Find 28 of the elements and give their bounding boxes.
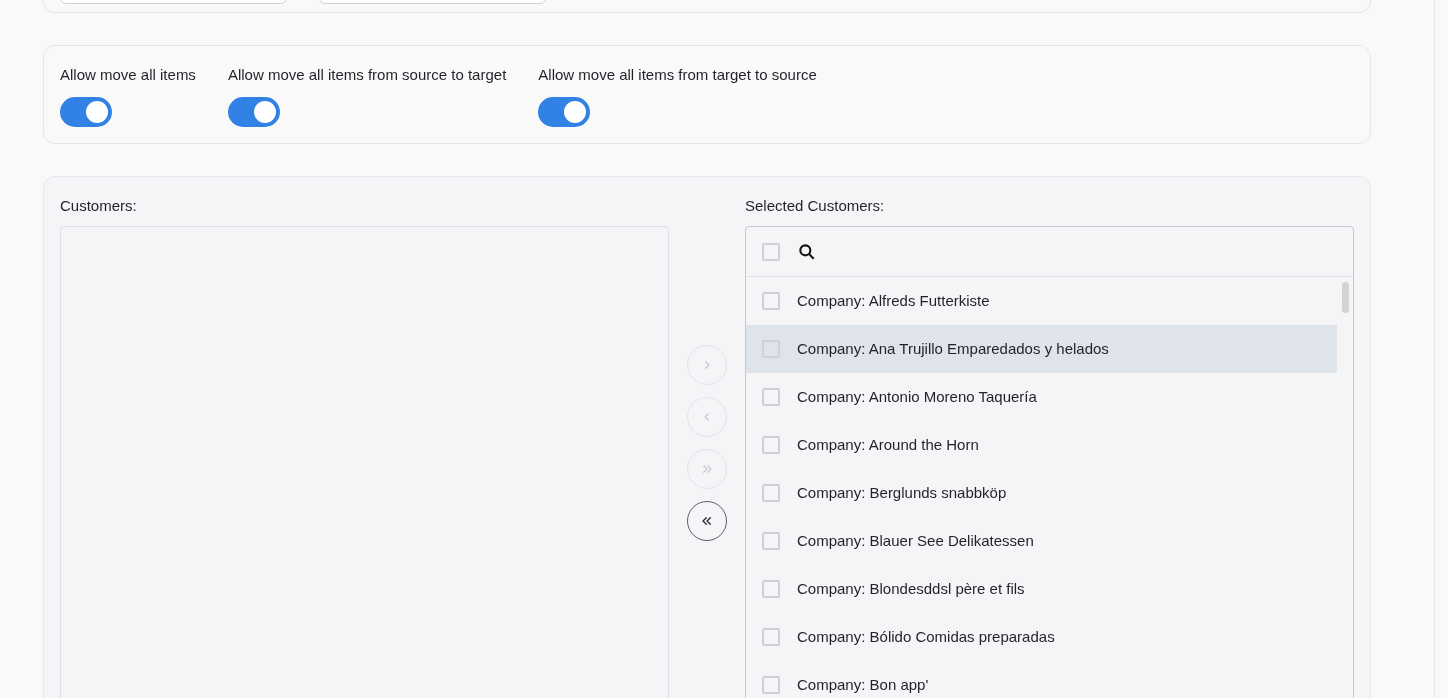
list-item[interactable]: Company: Antonio Moreno Taquería (746, 373, 1337, 421)
checkbox[interactable] (762, 628, 780, 646)
switch-label: Allow move all items from target to source (538, 65, 817, 85)
switch-label: Allow move all items (60, 65, 196, 85)
checkbox[interactable] (762, 242, 780, 261)
list-item[interactable]: Company: Alfreds Futterkiste (746, 277, 1337, 325)
list-item[interactable]: Company: Bólido Comidas preparadas (746, 613, 1337, 661)
checkbox[interactable] (762, 436, 780, 454)
checkbox[interactable] (762, 676, 780, 694)
switch-label: Allow move all items from source to target (227, 65, 507, 85)
list-item[interactable]: Company: Around the Horn (746, 421, 1337, 469)
toggle-switch[interactable] (538, 97, 591, 127)
checkbox[interactable] (762, 292, 780, 310)
scrollbar-thumb[interactable] (1342, 282, 1349, 313)
list-item[interactable]: Company: Blauer See Delikatessen (746, 517, 1337, 565)
list-item[interactable]: Company: Bon app' (746, 661, 1337, 698)
list-item[interactable]: Company: Blondesddsl père et fils (746, 565, 1337, 613)
search-icon[interactable] (797, 241, 817, 262)
list-item[interactable]: Company: Ana Trujillo Emparedados y helados (746, 325, 1337, 373)
list-label: Customers: (60, 196, 138, 216)
checkbox[interactable] (762, 580, 780, 598)
toggle-switch[interactable] (227, 97, 280, 127)
checkbox[interactable] (762, 388, 780, 406)
list-item[interactable]: Company: Berglunds snabbköp (746, 469, 1337, 517)
checkbox[interactable] (762, 484, 780, 502)
checkbox[interactable] (762, 532, 780, 550)
toggle-switch[interactable] (60, 97, 112, 127)
list-label: Selected Customers: (745, 196, 886, 216)
